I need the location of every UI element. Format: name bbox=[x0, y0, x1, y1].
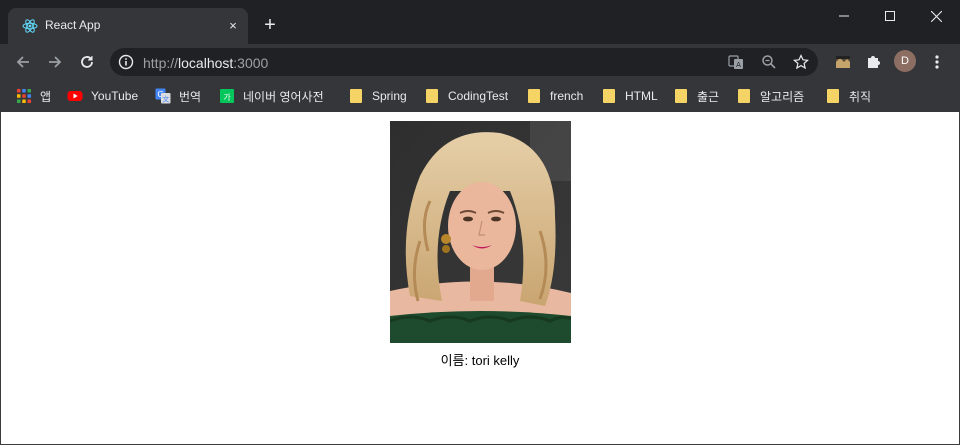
minimize-icon bbox=[839, 15, 849, 17]
bookmark-label: 취직 bbox=[849, 89, 872, 104]
page-content: 이름: tori kelly bbox=[0, 112, 960, 445]
url-text: http://localhost:3000 bbox=[143, 55, 269, 71]
bookmark-folder-codingtest[interactable]: CodingTest bbox=[426, 86, 508, 106]
tab-close-icon[interactable]: × bbox=[224, 17, 242, 35]
address-bar[interactable]: http://localhost:3000 A bbox=[110, 48, 818, 76]
bookmark-folder-french[interactable]: french bbox=[528, 86, 583, 106]
bookmark-folder-html[interactable]: HTML bbox=[603, 86, 658, 106]
back-arrow-icon bbox=[16, 56, 29, 68]
folder-icon bbox=[827, 89, 839, 103]
svg-text:A: A bbox=[736, 61, 741, 69]
bookmark-folder-commute[interactable]: 출근 bbox=[675, 86, 719, 106]
bookmark-naver-dictionary[interactable]: 가 네이버 영어사전 bbox=[219, 86, 324, 106]
bookmark-label: 번역 bbox=[179, 89, 202, 104]
tab-title: React App bbox=[45, 18, 101, 32]
extension-button[interactable] bbox=[831, 50, 855, 74]
youtube-icon bbox=[67, 91, 83, 101]
close-window-button[interactable] bbox=[913, 0, 959, 32]
minimize-button[interactable] bbox=[821, 0, 867, 32]
bookmark-folder-job[interactable]: 취직 bbox=[827, 86, 871, 106]
bookmark-translate[interactable]: G文 번역 bbox=[155, 86, 201, 106]
bookmark-label: HTML bbox=[625, 89, 658, 103]
bookmark-label: 네이버 영어사전 bbox=[243, 89, 324, 104]
browser-toolbar: http://localhost:3000 A bbox=[0, 44, 960, 80]
close-icon bbox=[930, 10, 942, 22]
profile-photo bbox=[390, 121, 571, 343]
bookmark-apps[interactable]: 앱 bbox=[16, 86, 51, 106]
bookmark-label: Spring bbox=[372, 89, 407, 103]
bookmark-label: YouTube bbox=[91, 89, 139, 103]
profile-avatar[interactable]: D bbox=[894, 50, 916, 72]
zoom-icon[interactable] bbox=[761, 54, 777, 70]
info-icon[interactable] bbox=[118, 54, 134, 70]
new-tab-button[interactable]: + bbox=[258, 14, 282, 38]
bookmark-label: french bbox=[550, 89, 584, 103]
bookmarks-bar: 앱 YouTube G文 번역 가 네이버 영어사전 Spring Coding… bbox=[0, 80, 960, 112]
maximize-icon bbox=[885, 11, 895, 21]
reload-icon bbox=[81, 56, 93, 68]
extensions-button[interactable] bbox=[861, 50, 885, 74]
naver-dictionary-icon: 가 bbox=[220, 89, 234, 103]
folder-icon bbox=[528, 89, 540, 103]
folder-icon bbox=[603, 89, 615, 103]
bookmark-label: CodingTest bbox=[448, 89, 509, 103]
tab-react-app[interactable]: React App × bbox=[8, 8, 248, 44]
menu-button[interactable] bbox=[925, 50, 949, 74]
bookmark-label: 앱 bbox=[40, 89, 52, 104]
tab-strip: React App × + bbox=[0, 0, 960, 44]
translate-icon[interactable]: A bbox=[728, 54, 744, 70]
puzzle-icon bbox=[868, 56, 880, 68]
svg-text:가: 가 bbox=[223, 93, 231, 102]
bookmark-folder-spring[interactable]: Spring bbox=[350, 86, 407, 106]
back-button[interactable] bbox=[11, 50, 35, 74]
apps-grid-icon bbox=[17, 89, 31, 103]
name-caption: 이름: tori kelly bbox=[440, 353, 520, 368]
reload-button[interactable] bbox=[75, 50, 99, 74]
forward-arrow-icon bbox=[49, 56, 62, 68]
extension-thumbnail-icon bbox=[836, 56, 850, 68]
svg-text:文: 文 bbox=[162, 95, 169, 104]
react-icon bbox=[22, 19, 38, 33]
folder-icon bbox=[675, 89, 687, 103]
star-icon[interactable] bbox=[793, 54, 809, 70]
maximize-button[interactable] bbox=[867, 0, 913, 32]
folder-icon bbox=[350, 89, 362, 103]
kebab-menu-icon bbox=[935, 55, 939, 69]
folder-icon bbox=[426, 89, 438, 103]
bookmark-folder-algorithm[interactable]: 알고리즘 bbox=[738, 86, 804, 106]
google-translate-icon: G文 bbox=[155, 88, 171, 104]
bookmark-label: 알고리즘 bbox=[760, 89, 805, 104]
bookmark-youtube[interactable]: YouTube bbox=[67, 86, 138, 106]
bookmark-label: 출근 bbox=[697, 89, 720, 104]
forward-button[interactable] bbox=[43, 50, 67, 74]
folder-icon bbox=[738, 89, 750, 103]
